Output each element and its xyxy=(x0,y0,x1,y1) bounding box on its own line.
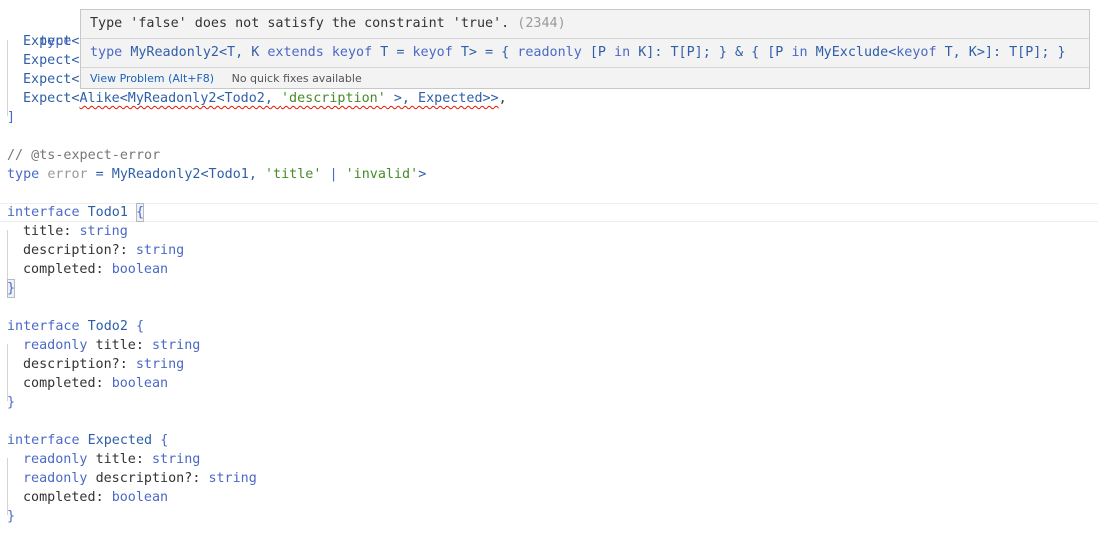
code-line: ] xyxy=(7,110,16,125)
error-code: (2344) xyxy=(517,16,566,31)
error-hover-widget[interactable]: Type 'false' does not satisfy the constr… xyxy=(80,9,1090,89)
code-line: title: string xyxy=(23,224,128,239)
divider xyxy=(81,38,1089,39)
interface-expected-header: interface Expected { xyxy=(7,433,169,448)
code-line-error: Expect<Alike<MyReadonly2<Todo2, 'descrip… xyxy=(23,91,507,106)
code-line: Expect< xyxy=(23,34,80,49)
no-quick-fixes-text: No quick fixes available xyxy=(231,72,362,85)
code-line: } xyxy=(7,509,16,524)
interface-todo1-header: interface Todo1 { xyxy=(7,203,145,222)
code-line: readonly description?: string xyxy=(23,471,257,486)
hover-actions: View Problem (Alt+F8) No quick fixes ava… xyxy=(90,69,362,88)
matched-bracket: { xyxy=(136,203,145,222)
code-line: completed: boolean xyxy=(23,490,169,505)
divider xyxy=(81,67,1089,68)
code-line: readonly title: string xyxy=(23,338,201,353)
interface-todo2-header: interface Todo2 { xyxy=(7,319,145,334)
code-line: Expect< xyxy=(23,53,80,68)
view-problem-link[interactable]: View Problem (Alt+F8) xyxy=(90,72,214,85)
code-line: description?: string xyxy=(23,357,185,372)
code-line: description?: string xyxy=(23,243,185,258)
error-squiggle[interactable]: Alike<MyReadonly2<Todo2, 'description' >… xyxy=(79,91,498,106)
current-line-highlight xyxy=(0,203,1098,222)
hover-type-signature: type MyReadonly2<T, K extends keyof T = … xyxy=(90,45,1066,60)
code-comment: // @ts-expect-error xyxy=(7,148,161,163)
code-line: Expect< xyxy=(23,72,80,87)
hover-error-message: Type 'false' does not satisfy the constr… xyxy=(90,16,566,31)
code-line: completed: boolean xyxy=(23,262,169,277)
code-line: } xyxy=(7,279,16,298)
code-editor[interactable]: type case Expect< Expect< Expect< Expect… xyxy=(0,0,1098,537)
code-line: readonly title: string xyxy=(23,452,201,467)
code-line: type error = MyReadonly2<Todo1, 'title' … xyxy=(7,167,427,182)
code-line: completed: boolean xyxy=(23,376,169,391)
matched-bracket: } xyxy=(7,279,16,298)
code-line: } xyxy=(7,395,16,410)
